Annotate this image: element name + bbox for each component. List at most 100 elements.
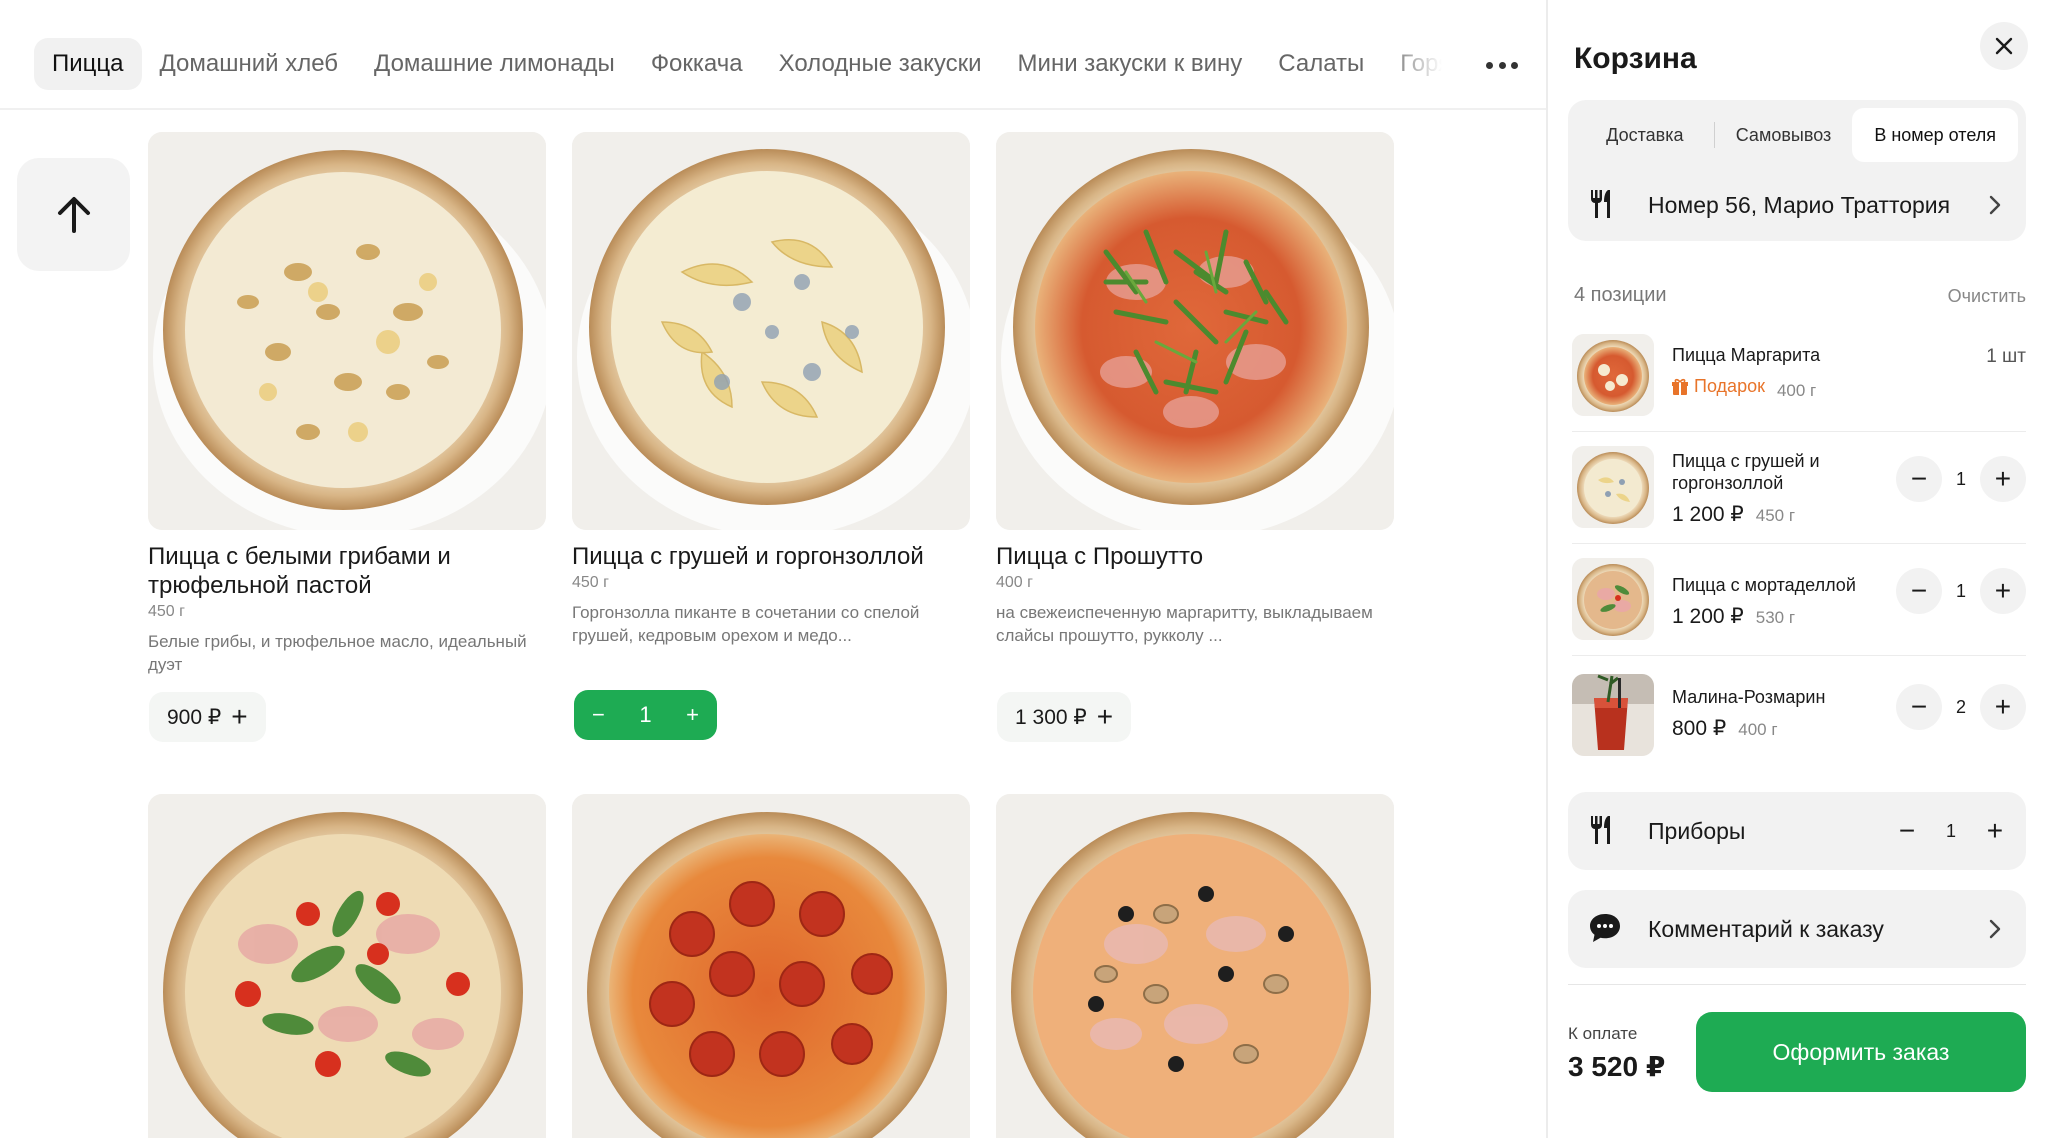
increase-button[interactable]: + — [1980, 817, 2010, 845]
tab-pizza[interactable]: Пицца — [34, 38, 142, 90]
cart-item-price: 1 200 ₽ — [1672, 605, 1744, 628]
price-label: 900 ₽ — [167, 705, 222, 729]
quantity-stepper: − 1 + — [1896, 456, 2026, 502]
cutlery-icon — [1591, 190, 1610, 218]
tab-cold-appetizers[interactable]: Холодные закуски — [761, 38, 1000, 90]
product-description: Белые грибы, и трюфельное масло, идеальн… — [148, 632, 527, 674]
product-image[interactable] — [996, 132, 1394, 530]
product-title: Пицца с грушей и горгонзоллой — [572, 543, 924, 570]
product-weight: 450 г — [572, 574, 609, 591]
mode-delivery[interactable]: Доставка — [1576, 108, 1714, 162]
product-image[interactable] — [996, 794, 1394, 1138]
order-comment-row[interactable]: Комментарий к заказу — [1568, 890, 2026, 968]
arrow-up-icon — [57, 196, 90, 233]
tab-hot-dishes[interactable]: Горя — [1382, 38, 1457, 90]
decrease-button[interactable]: − — [592, 702, 605, 728]
product-image[interactable] — [148, 794, 546, 1138]
cart-item-name: Пицца с грушей и горгонзоллой — [1672, 451, 1820, 493]
cart-item-thumbnail — [1572, 674, 1654, 756]
add-to-cart-button[interactable]: 1 300 ₽ + — [997, 692, 1132, 742]
total-label: К оплате — [1568, 1024, 1638, 1043]
chevron-right-icon — [1989, 919, 2001, 939]
close-button[interactable] — [1980, 22, 2028, 70]
scroll-to-top-button[interactable] — [17, 158, 130, 271]
divider — [1568, 984, 2026, 985]
increase-button[interactable]: + — [686, 702, 699, 728]
cart-item-price: 1 200 ₽ — [1672, 503, 1744, 526]
close-icon — [1995, 37, 2013, 55]
plus-icon: + — [1096, 701, 1114, 732]
product-card[interactable] — [148, 794, 546, 1138]
product-weight: 450 г — [148, 603, 185, 620]
chat-bubble-icon — [1590, 914, 1620, 942]
cart-item-name: Малина-Розмарин — [1672, 687, 1826, 707]
product-description: Горгонзолла пиканте в сочетании со спело… — [572, 603, 920, 645]
items-count: 4 позиции — [1574, 284, 1667, 306]
product-card[interactable]: Пицца с Прошутто 400 г на свежеиспеченну… — [996, 132, 1394, 647]
quantity-value: 2 — [1955, 696, 1966, 717]
cart-item-weight: 400 г — [1776, 380, 1817, 400]
product-card[interactable] — [996, 794, 1394, 1138]
product-image[interactable] — [572, 794, 970, 1138]
product-title: Пицца с белыми грибами и трюфельной паст… — [148, 543, 451, 599]
delivery-address[interactable]: Номер 56, Марио Траттория — [1568, 174, 2026, 236]
address-text: Номер 56, Марио Траттория — [1648, 192, 1951, 218]
cart-item: Пицца с грушей и горгонзоллой 1 200 ₽ 45… — [1572, 436, 2026, 544]
tab-homemade-bread[interactable]: Домашний хлеб — [142, 38, 357, 90]
product-card[interactable] — [572, 794, 970, 1138]
category-tabs: Пицца Домашний хлеб Домашние лимонады Фо… — [34, 38, 1474, 90]
product-card[interactable]: Пицца с белыми грибами и трюфельной паст… — [148, 132, 546, 676]
tab-salads[interactable]: Салаты — [1260, 38, 1382, 90]
gift-icon — [1672, 378, 1688, 395]
tab-homemade-lemonades[interactable]: Домашние лимонады — [356, 38, 633, 90]
quantity-value: 1 — [1955, 468, 1966, 489]
cutlery-icon — [1591, 816, 1610, 844]
mode-pickup[interactable]: Самовывоз — [1715, 108, 1853, 162]
quantity-value: 1 — [639, 702, 652, 727]
cart-item-price: 800 ₽ — [1672, 717, 1727, 740]
checkout-button[interactable]: Оформить заказ — [1696, 1012, 2026, 1092]
cart-item-thumbnail — [1572, 446, 1654, 528]
increase-button[interactable]: + — [1979, 456, 2026, 502]
cart-item-weight: 530 г — [1755, 608, 1796, 627]
cart-item-name: Пицца с мортаделлой — [1672, 575, 1856, 595]
add-to-cart-button[interactable]: 900 ₽ + — [149, 692, 266, 742]
decrease-button[interactable]: − — [1892, 817, 1922, 845]
decrease-button[interactable]: − — [1896, 684, 1942, 730]
total-amount: 3 520 ₽ — [1568, 1051, 1666, 1082]
cart-item-weight: 400 г — [1738, 720, 1778, 739]
product-card[interactable]: Пицца с грушей и горгонзоллой 450 г Горг… — [572, 132, 970, 647]
gift-badge: Подарок — [1672, 376, 1765, 397]
product-title: Пицца с Прошутто — [996, 543, 1204, 570]
cart-item-thumbnail — [1572, 334, 1654, 416]
product-image[interactable] — [148, 132, 546, 530]
cart-item: Пицца Маргарита Подарок 400 г 1 шт — [1572, 324, 2026, 432]
delivery-options: Доставка Самовывоз В номер отеля Номер 5… — [1568, 100, 2026, 241]
increase-button[interactable]: + — [1979, 568, 2026, 614]
cutlery-label: Приборы — [1648, 818, 1746, 844]
tab-focaccia[interactable]: Фоккача — [633, 38, 761, 90]
delivery-mode-segmented: Доставка Самовывоз В номер отеля — [1576, 108, 2019, 162]
cart-item-qty: 1 шт — [1986, 346, 2026, 367]
mode-hotel-room[interactable]: В номер отеля — [1852, 108, 2019, 162]
quantity-value: 1 — [1955, 580, 1966, 601]
cart-item-name: Пицца Маргарита — [1672, 345, 1821, 365]
category-nav: Пицца Домашний хлеб Домашние лимонады Фо… — [0, 0, 1546, 110]
decrease-button[interactable]: − — [1896, 568, 1942, 614]
comment-label: Комментарий к заказу — [1648, 916, 1884, 942]
tab-wine-snacks[interactable]: Мини закуски к вину — [1000, 38, 1261, 90]
cart-panel: Корзина Доставка Самовывоз В номер отеля… — [1546, 0, 2048, 1138]
cutlery-stepper: − 1 + — [1892, 810, 2010, 852]
price-label: 1 300 ₽ — [1015, 705, 1087, 729]
cart-item-thumbnail — [1572, 558, 1654, 640]
increase-button[interactable]: + — [1979, 684, 2026, 730]
more-icon[interactable] — [1486, 52, 1518, 78]
product-image[interactable] — [572, 132, 970, 530]
cart-item: Малина-Розмарин 800 ₽ 400 г − 2 + — [1572, 664, 2026, 772]
decrease-button[interactable]: − — [1896, 456, 1942, 502]
cart-item: Пицца с мортаделлой 1 200 ₽ 530 г − 1 + — [1572, 548, 2026, 656]
clear-cart-button[interactable]: Очистить — [1948, 286, 2026, 307]
product-description: на свежеиспеченную маргаритту, выкладыва… — [996, 603, 1373, 645]
product-weight: 400 г — [996, 574, 1033, 591]
quantity-value: 1 — [1945, 820, 1956, 841]
